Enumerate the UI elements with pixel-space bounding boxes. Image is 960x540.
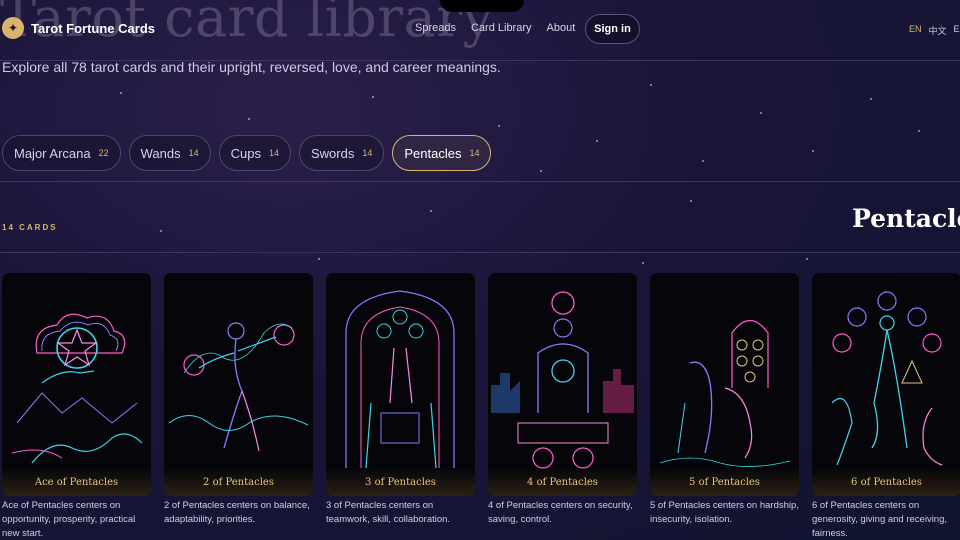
card-name: 3 of Pentacles (326, 468, 475, 496)
camera-notch (440, 0, 524, 12)
suit-chip-count: 14 (268, 148, 279, 158)
suit-chip-count: 14 (188, 148, 199, 158)
suit-chip-cups[interactable]: Cups 14 (218, 135, 291, 171)
ace-of-pentacles-illustration (11, 313, 143, 464)
card-count-label: 14 CARDS (2, 223, 58, 232)
6-of-pentacles-illustration (831, 291, 943, 466)
section-title: Pentacles (852, 204, 960, 233)
main-nav: Spreads Card Library About (415, 22, 590, 34)
section-divider (0, 252, 960, 253)
card-name: Ace of Pentacles (2, 468, 151, 496)
card-name: 2 of Pentacles (164, 468, 313, 496)
suit-chip-label: Swords (310, 145, 355, 161)
card-4-of-pentacles[interactable]: 4 of Pentacles 4 of Pentacles centers on… (488, 273, 637, 540)
suit-chip-label: Cups (230, 145, 261, 161)
nav-link-about[interactable]: About (547, 22, 576, 34)
sign-in-button[interactable]: Sign in (585, 14, 640, 44)
card-description: 3 of Pentacles centers on teamwork, skil… (326, 500, 451, 525)
site-logo[interactable]: ✦ Tarot Fortune Cards (2, 17, 155, 39)
card-name: 6 of Pentacles (812, 468, 960, 496)
page-subtitle: Explore all 78 tarot cards and their upr… (2, 59, 501, 75)
4-of-pentacles-illustration (491, 291, 634, 469)
section-divider (0, 181, 960, 182)
card-name: 5 of Pentacles (650, 468, 799, 496)
5-of-pentacles-illustration (659, 319, 791, 467)
suit-chip-count: 22 (98, 148, 109, 158)
card-artwork: 3 of Pentacles (326, 273, 475, 496)
3-of-pentacles-illustration (345, 290, 455, 469)
card-2-of-pentacles[interactable]: 2 of Pentacles 2 of Pentacles centers on… (164, 273, 313, 540)
suit-chip-count: 14 (362, 148, 373, 158)
card-description: 6 of Pentacles centers on generosity, gi… (812, 500, 948, 539)
card-3-of-pentacles[interactable]: 3 of Pentacles 3 of Pentacles centers on… (326, 273, 475, 540)
card-artwork: 4 of Pentacles (488, 273, 637, 496)
suit-chip-label: Wands (140, 145, 181, 161)
card-ace-of-pentacles[interactable]: Ace of Pentacles Ace of Pentacles center… (2, 273, 151, 540)
card-artwork: 6 of Pentacles (812, 273, 960, 496)
logo-text: Tarot Fortune Cards (31, 20, 155, 36)
language-en[interactable]: EN (909, 24, 922, 37)
language-es[interactable]: ES (954, 24, 960, 37)
card-6-of-pentacles[interactable]: 6 of Pentacles 6 of Pentacles centers on… (812, 273, 960, 540)
language-switcher: EN 中文 ES (909, 24, 960, 37)
card-name: 4 of Pentacles (488, 468, 637, 496)
suit-chip-wands[interactable]: Wands 14 (128, 135, 211, 171)
card-description: 5 of Pentacles centers on hardship, inse… (650, 500, 799, 525)
suit-chip-label: Major Arcana (14, 145, 91, 161)
card-grid: Ace of Pentacles Ace of Pentacles center… (2, 273, 960, 540)
suit-chip-label: Pentacles (404, 145, 462, 161)
nav-link-card-library[interactable]: Card Library (471, 22, 532, 34)
card-description: Ace of Pentacles centers on opportunity,… (2, 500, 136, 539)
card-artwork: 5 of Pentacles (650, 273, 799, 496)
card-artwork: 2 of Pentacles (164, 273, 313, 496)
card-5-of-pentacles[interactable]: 5 of Pentacles 5 of Pentacles centers on… (650, 273, 799, 540)
suit-chip-pentacles[interactable]: Pentacles 14 (392, 135, 492, 171)
2-of-pentacles-illustration (168, 322, 309, 452)
card-artwork: Ace of Pentacles (2, 273, 151, 496)
suit-chip-major-arcana[interactable]: Major Arcana 22 (2, 135, 121, 171)
nav-link-spreads[interactable]: Spreads (415, 22, 456, 34)
sparkle-icon: ✦ (2, 17, 24, 39)
suit-chip-count: 14 (469, 148, 480, 158)
language-zh[interactable]: 中文 (929, 24, 947, 37)
suit-filter: Major Arcana 22 Wands 14 Cups 14 Swords … (2, 135, 492, 171)
card-description: 4 of Pentacles centers on security, savi… (488, 500, 633, 525)
card-description: 2 of Pentacles centers on balance, adapt… (164, 500, 310, 525)
suit-chip-swords[interactable]: Swords 14 (298, 135, 385, 171)
